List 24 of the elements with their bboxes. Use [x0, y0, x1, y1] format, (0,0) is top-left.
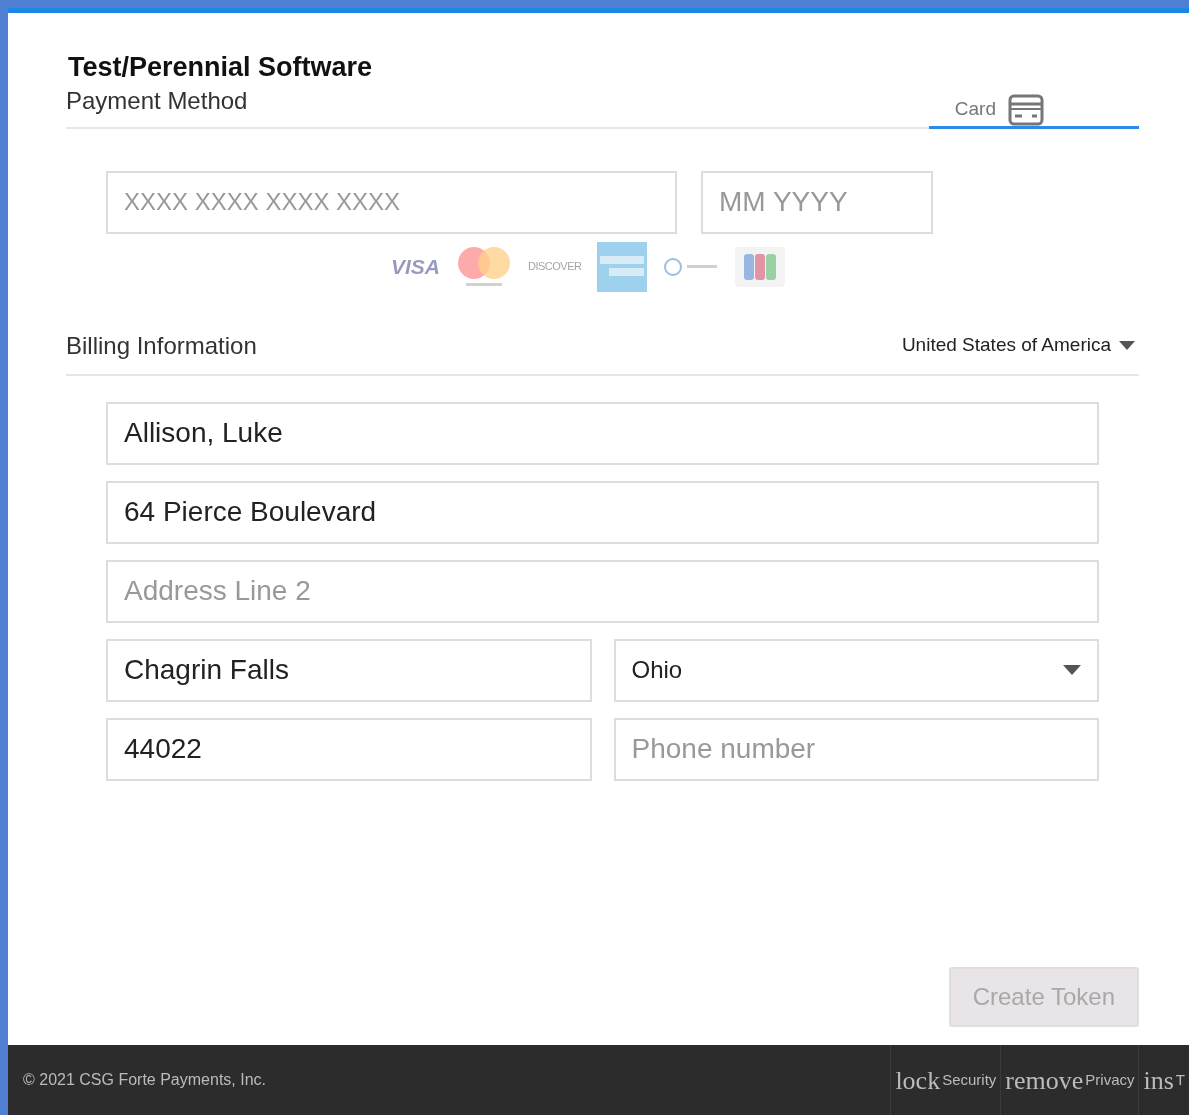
mastercard-logo-icon [456, 244, 512, 289]
input-field[interactable]: 44022 [106, 717, 592, 781]
jcb-logo-icon [735, 246, 786, 287]
discover-logo: DISCOVER [528, 259, 582, 275]
visa-logo: VISA [391, 253, 440, 280]
card-tab[interactable]: Card [928, 93, 1139, 129]
diners-logo-icon [663, 256, 720, 277]
input-field[interactable]: MM YYYY [701, 170, 933, 234]
merchant-name: Test/Perennial Software [68, 53, 373, 83]
input-field[interactable]: 64 Pierce Boulevard [106, 480, 1099, 544]
section-title: Billing Information [66, 330, 257, 361]
copyright-text: © 2021 CSG Forte Payments, Inc. [23, 1070, 266, 1090]
caret-icon [1063, 665, 1081, 676]
input-field[interactable]: Chagrin Falls [106, 638, 592, 702]
state-dropdown[interactable]: Ohio [613, 638, 1099, 702]
input-field[interactable]: Allison, Luke [106, 401, 1099, 465]
input-field[interactable]: XXXX XXXX XXXX XXXX [106, 170, 677, 234]
input-field[interactable]: Address Line 2 [106, 559, 1099, 623]
input-field[interactable]: Phone number [613, 717, 1099, 781]
section-title: Payment Method [66, 85, 249, 116]
credit-card-icon [1008, 93, 1044, 126]
country-dropdown[interactable]: United States of America [901, 331, 1135, 360]
amex-logo-icon [597, 241, 648, 292]
caret-icon [1119, 341, 1135, 351]
